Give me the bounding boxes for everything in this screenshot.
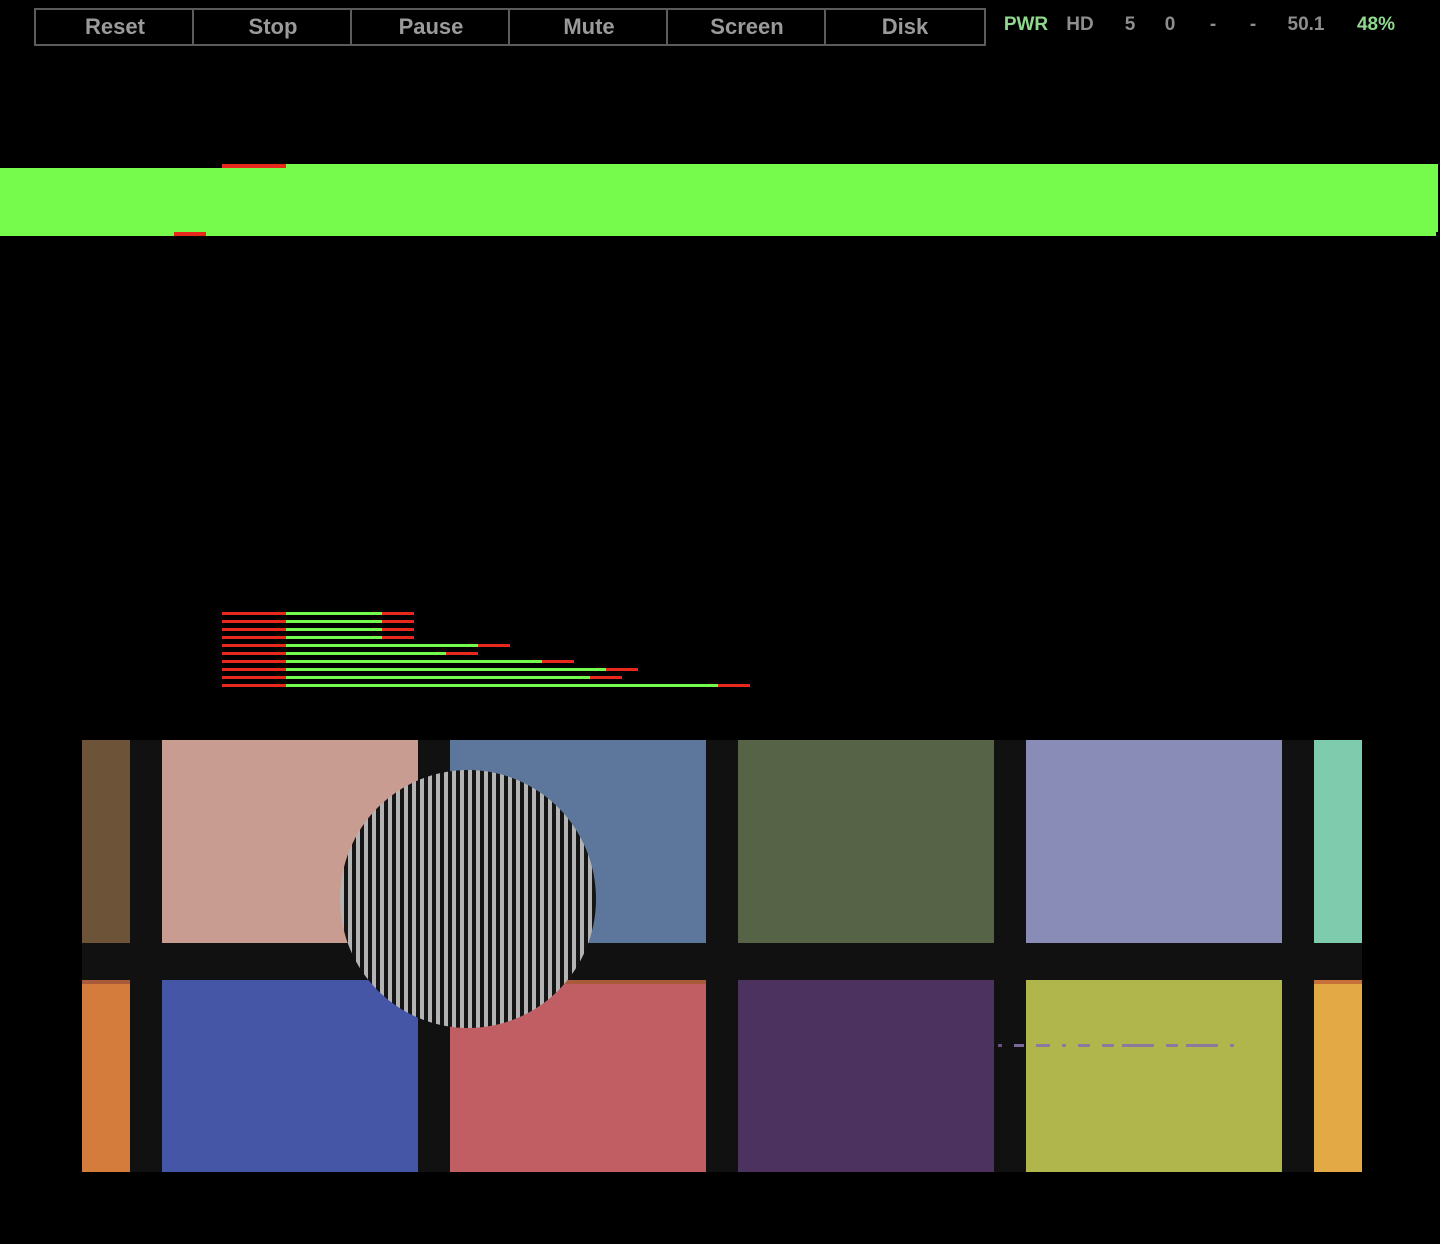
raster-line <box>286 684 718 687</box>
raster-bar-main <box>0 168 1438 236</box>
raster-glitch-red-bottom <box>174 232 206 236</box>
tile-edge-accent <box>82 980 130 984</box>
raster-line <box>382 628 414 631</box>
raster-line <box>286 652 446 655</box>
status-value-d: - <box>1249 14 1257 35</box>
raster-line <box>222 660 286 663</box>
percent-readout: 48% <box>1356 14 1396 35</box>
tile-orange <box>82 980 130 1172</box>
scan-dot <box>1122 1044 1154 1047</box>
raster-line <box>286 660 542 663</box>
tile-brown <box>82 740 130 943</box>
power-indicator: PWR <box>1003 14 1049 35</box>
raster-line <box>222 620 286 623</box>
raster-line <box>222 612 286 615</box>
speed-readout: 50.1 <box>1287 14 1325 35</box>
raster-bar-main-notch <box>1436 232 1440 236</box>
raster-line <box>286 612 382 615</box>
raster-line <box>222 652 286 655</box>
tile-mint <box>1314 740 1362 943</box>
status-value-c: - <box>1209 14 1217 35</box>
raster-line <box>718 684 750 687</box>
scan-dot <box>1230 1044 1234 1047</box>
scan-dot <box>1014 1044 1024 1047</box>
raster-line <box>286 628 382 631</box>
mute-button[interactable]: Mute <box>508 8 670 46</box>
raster-line <box>222 668 286 671</box>
disk-button[interactable]: Disk <box>824 8 986 46</box>
scan-dot <box>1166 1044 1178 1047</box>
tile-edge-accent <box>1314 980 1362 984</box>
stop-button[interactable]: Stop <box>192 8 354 46</box>
raster-line <box>606 668 638 671</box>
raster-line <box>222 684 286 687</box>
hd-indicator: HD <box>1066 14 1094 35</box>
raster-line <box>286 620 382 623</box>
scan-dot <box>1186 1044 1218 1047</box>
screen-button[interactable]: Screen <box>666 8 828 46</box>
raster-line <box>286 668 606 671</box>
raster-line <box>286 636 382 639</box>
scan-dot <box>1036 1044 1050 1047</box>
scan-dot <box>1062 1044 1066 1047</box>
raster-line <box>222 628 286 631</box>
raster-line <box>222 676 286 679</box>
raster-line <box>382 620 414 623</box>
tile-olive-dark <box>738 740 994 943</box>
raster-line <box>382 612 414 615</box>
raster-line <box>382 636 414 639</box>
scan-dot <box>998 1044 1002 1047</box>
raster-line <box>222 644 286 647</box>
raster-glitch-red-top <box>222 164 286 168</box>
raster-line <box>446 652 478 655</box>
raster-line <box>542 660 574 663</box>
raster-line <box>590 676 622 679</box>
raster-line <box>222 636 286 639</box>
emulator-toolbar: Reset Stop Pause Mute Screen Disk PWR HD… <box>0 0 1440 52</box>
status-value-a: 5 <box>1124 14 1136 35</box>
status-value-b: 0 <box>1164 14 1176 35</box>
tile-purple <box>738 980 994 1172</box>
raster-line <box>478 644 510 647</box>
vertical-stripe-disc-icon <box>340 770 596 1028</box>
tile-blue <box>162 980 418 1172</box>
tile-yellow-green <box>1026 980 1282 1172</box>
scan-dot <box>1078 1044 1090 1047</box>
tile-gold <box>1314 980 1362 1172</box>
reset-button[interactable]: Reset <box>34 8 196 46</box>
raster-line <box>286 644 478 647</box>
raster-bar-main-top <box>286 164 1438 170</box>
tile-lavender <box>1026 740 1282 943</box>
raster-line <box>286 676 590 679</box>
pause-button[interactable]: Pause <box>350 8 512 46</box>
scan-dot <box>1102 1044 1114 1047</box>
